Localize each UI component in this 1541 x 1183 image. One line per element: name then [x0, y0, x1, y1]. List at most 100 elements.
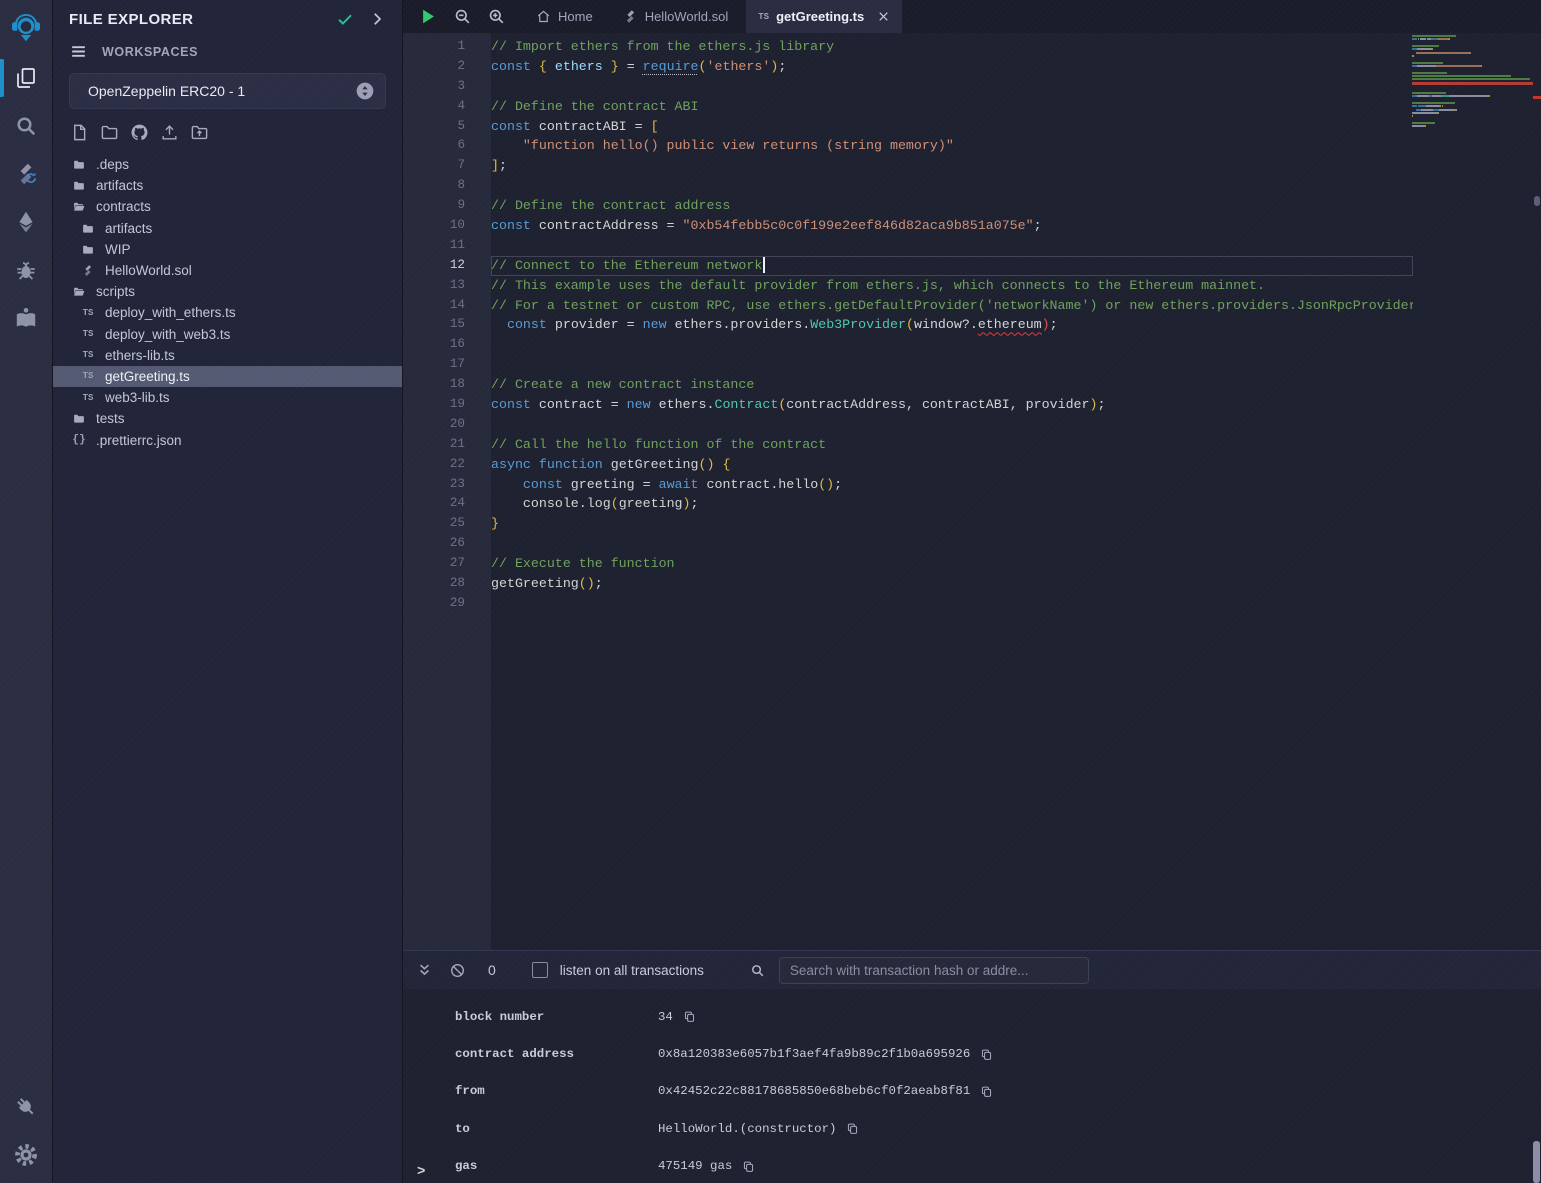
code-line-10: const contractAddress = "0xb54febb5c0c0f… — [491, 216, 1413, 236]
activity-bar-bottom — [0, 1083, 53, 1183]
activity-debugger-icon[interactable] — [0, 246, 53, 294]
minimap-line — [1412, 35, 1533, 37]
editor-scrollbar — [1533, 33, 1541, 950]
tree-item-wip[interactable]: WIP — [53, 239, 402, 260]
minimap-line — [1412, 119, 1533, 121]
tree-item-ethers-lib-ts[interactable]: TSethers-lib.ts — [53, 345, 402, 366]
activity-search-icon[interactable] — [0, 102, 53, 150]
tree-item-artifacts[interactable]: artifacts — [53, 175, 402, 196]
transaction-search-input[interactable] — [779, 957, 1089, 984]
minimap-line — [1412, 82, 1533, 85]
minimap-line — [1412, 129, 1533, 131]
typescript-file-icon: TS — [80, 369, 96, 384]
tab-home[interactable]: Home — [524, 0, 605, 33]
line-number: 23 — [403, 475, 491, 495]
tree-item-tests[interactable]: tests — [53, 408, 402, 429]
run-script-button[interactable] — [417, 6, 438, 27]
activity-bar — [0, 0, 53, 1183]
folder-open-icon — [71, 199, 87, 214]
code-line-16 — [491, 335, 1413, 355]
copy-icon[interactable] — [980, 1085, 993, 1098]
copy-icon[interactable] — [742, 1160, 755, 1173]
minimap-line — [1412, 95, 1533, 97]
activity-learneth-icon[interactable] — [0, 294, 53, 342]
upload-folder-icon[interactable] — [190, 123, 209, 142]
copy-icon[interactable] — [980, 1048, 993, 1061]
minimap-line — [1412, 122, 1533, 124]
terminal-expand-icon[interactable] — [416, 962, 433, 979]
zoom-out-button[interactable] — [453, 7, 472, 26]
workspace-select[interactable]: OpenZeppelin ERC20 - 1 — [69, 73, 386, 109]
code-line-27: // Execute the function — [491, 554, 1413, 574]
line-number: 24 — [403, 494, 491, 514]
activity-file-explorer-icon[interactable] — [0, 54, 53, 102]
line-number: 28 — [403, 574, 491, 594]
editor-scrollbar-thumb[interactable] — [1534, 196, 1540, 206]
overview-error-marker — [1533, 96, 1541, 99]
minimap-line — [1412, 55, 1533, 57]
terminal-prompt[interactable]: > — [417, 1164, 425, 1180]
editor-area: HomeHelloWorld.solTSgetGreeting.ts 12345… — [403, 0, 1541, 1183]
line-number: 22 — [403, 455, 491, 475]
tree-item-label: contracts — [96, 199, 151, 214]
code-content[interactable]: // Import ethers from the ethers.js libr… — [491, 33, 1413, 950]
tabs: Home HelloWorld.sol TSgetGreeting.ts — [518, 0, 902, 33]
tab-label: HelloWorld.sol — [645, 9, 729, 24]
listen-all-transactions-checkbox[interactable] — [532, 962, 548, 978]
line-number: 27 — [403, 554, 491, 574]
tree-item-label: artifacts — [105, 221, 152, 236]
minimap[interactable] — [1412, 35, 1533, 132]
activity-settings-icon[interactable] — [0, 1131, 53, 1179]
line-number: 16 — [403, 335, 491, 355]
tree-item-label: ethers-lib.ts — [105, 348, 175, 363]
upload-file-icon[interactable] — [160, 123, 179, 142]
tree-item-contracts[interactable]: contracts — [53, 196, 402, 217]
code-line-2: const { ethers } = require('ethers'); — [491, 57, 1413, 77]
code-line-25: } — [491, 514, 1413, 534]
minimap-line — [1412, 45, 1533, 47]
chevron-right-icon[interactable] — [368, 10, 386, 28]
tree-item-web3-lib-ts[interactable]: TSweb3-lib.ts — [53, 387, 402, 408]
activity-plugin-manager-icon[interactable] — [0, 1083, 53, 1131]
tree-item-helloworld-sol[interactable]: HelloWorld.sol — [53, 260, 402, 281]
line-number-gutter: 1234567891011121314151617181920212223242… — [403, 33, 491, 950]
close-tab-icon[interactable] — [877, 10, 890, 23]
hamburger-menu-icon[interactable] — [69, 42, 88, 61]
check-icon[interactable] — [336, 10, 354, 28]
tab-getgreeting-ts[interactable]: TSgetGreeting.ts — [746, 0, 902, 33]
activity-solidity-compiler-icon[interactable] — [0, 150, 53, 198]
minimap-line — [1412, 125, 1533, 127]
tree-item-getgreeting-ts[interactable]: TSgetGreeting.ts — [53, 366, 402, 387]
workspaces-row: WORKSPACES — [53, 30, 402, 65]
terminal-scrollbar-thumb[interactable] — [1533, 1141, 1540, 1183]
tab-helloworld-sol[interactable]: HelloWorld.sol — [611, 0, 741, 33]
line-number: 6 — [403, 136, 491, 156]
tree-item-artifacts[interactable]: artifacts — [53, 218, 402, 239]
activity-deploy-run-icon[interactable] — [0, 198, 53, 246]
tree-item--prettierrc-json[interactable]: {}.prettierrc.json — [53, 429, 402, 450]
activity-remix-logo-icon[interactable] — [0, 0, 53, 54]
zoom-in-button[interactable] — [487, 7, 506, 26]
tree-item--deps[interactable]: .deps — [53, 154, 402, 175]
copy-icon[interactable] — [846, 1122, 859, 1135]
code-line-18: // Create a new contract instance — [491, 375, 1413, 395]
line-number: 17 — [403, 355, 491, 375]
copy-icon[interactable] — [683, 1010, 696, 1023]
listen-all-transactions-label: listen on all transactions — [560, 963, 704, 978]
terminal-row-to: toHelloWorld.(constructor) — [403, 1110, 1541, 1147]
new-file-icon[interactable] — [70, 123, 89, 142]
new-folder-icon[interactable] — [100, 123, 119, 142]
line-number: 1 — [403, 37, 491, 57]
tree-item-deploy-with-ethers-ts[interactable]: TSdeploy_with_ethers.ts — [53, 302, 402, 323]
folder-icon — [71, 178, 87, 193]
line-number: 5 — [403, 117, 491, 137]
tree-item-scripts[interactable]: scripts — [53, 281, 402, 302]
terminal-row-value: 34 — [658, 1010, 673, 1024]
line-number: 26 — [403, 534, 491, 554]
tree-item-deploy-with-web3-ts[interactable]: TSdeploy_with_web3.ts — [53, 324, 402, 345]
clear-console-icon[interactable] — [449, 962, 466, 979]
json-file-icon: {} — [71, 433, 87, 448]
clone-github-icon[interactable] — [130, 123, 149, 142]
code-line-24: console.log(greeting); — [491, 494, 1413, 514]
folder-icon — [80, 221, 96, 236]
